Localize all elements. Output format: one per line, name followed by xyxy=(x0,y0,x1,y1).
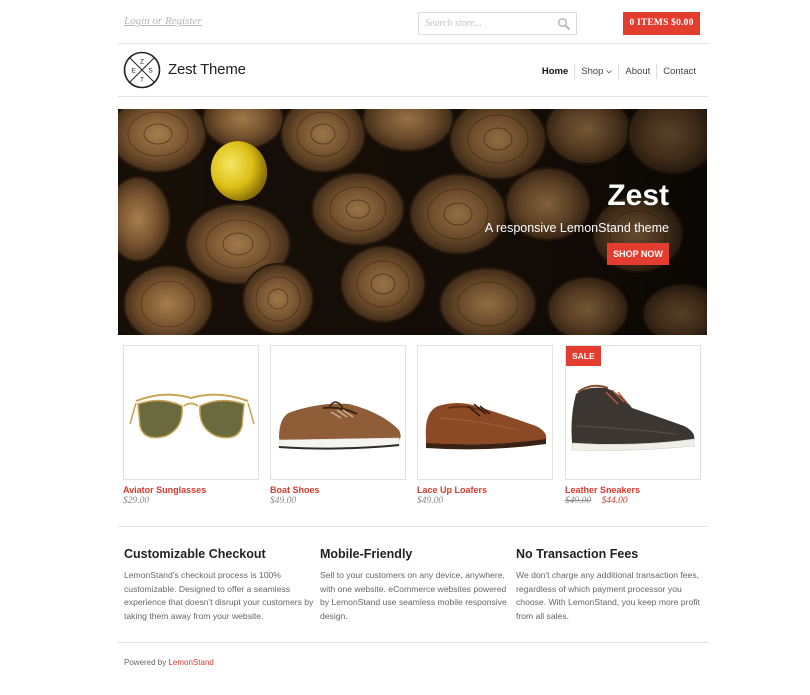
feature-text: LemonStand's checkout process is 100% cu… xyxy=(124,570,314,621)
nav-label: Contact xyxy=(663,66,696,77)
product-price: $49.00 xyxy=(417,496,444,506)
product-name[interactable]: Boat Shoes xyxy=(270,485,406,495)
product-price: $29.00 xyxy=(123,496,150,506)
product-name[interactable]: Aviator Sunglasses xyxy=(123,485,259,495)
main-nav: Home Shop About Contact xyxy=(536,64,702,79)
nav-contact[interactable]: Contact xyxy=(656,64,702,79)
product-price: $49.00 xyxy=(270,496,297,506)
loafer-image xyxy=(425,403,547,450)
product-image[interactable] xyxy=(417,345,553,480)
old-price: $49.00 xyxy=(565,496,592,506)
feature-title: Customizable Checkout xyxy=(124,547,266,561)
product-image[interactable]: SALE xyxy=(565,345,701,480)
brand-name[interactable]: Zest Theme xyxy=(168,61,246,78)
hero-title: Zest xyxy=(607,179,669,212)
magnifier-icon[interactable] xyxy=(557,17,571,31)
nav-label: Home xyxy=(541,66,569,77)
hero-banner: Zest A responsive LemonStand theme SHOP … xyxy=(118,109,707,335)
nav-about[interactable]: About xyxy=(618,64,656,79)
nav-label: Shop xyxy=(581,66,604,77)
product-card[interactable]: Aviator Sunglasses $29.00 xyxy=(123,345,259,506)
cart-button[interactable]: 0 ITEMS $0.00 xyxy=(623,12,700,35)
product-name[interactable]: Leather Sneakers xyxy=(565,485,701,495)
feature-text: Sell to your customers on any device, an… xyxy=(320,570,507,621)
sale-price: $44.00 xyxy=(601,496,628,506)
login-register-link[interactable]: Login or Register xyxy=(124,15,202,27)
divider xyxy=(118,642,708,643)
product-card[interactable]: Lace Up Loafers $49.00 xyxy=(417,345,553,506)
sunglasses-image xyxy=(129,393,255,439)
logo-letter: S xyxy=(148,68,153,75)
product-image[interactable] xyxy=(270,345,406,480)
top-bar: Login or Register 0 ITEMS $0.00 xyxy=(118,0,708,44)
product-image[interactable] xyxy=(123,345,259,480)
product-card[interactable]: SALE Leather Sneakers $49.00 $44.00 xyxy=(565,345,701,506)
feature-title: No Transaction Fees xyxy=(516,547,639,561)
logo-letter: T xyxy=(140,77,144,84)
search-input[interactable] xyxy=(419,13,549,34)
zest-logo-icon[interactable]: Z E S T xyxy=(123,51,161,89)
sale-badge: SALE xyxy=(566,346,601,366)
nav-label: About xyxy=(625,66,651,77)
site-header: Z E S T Zest Theme Home Shop About Conta… xyxy=(118,44,708,97)
chevron-down-icon xyxy=(606,69,613,74)
feature-title: Mobile-Friendly xyxy=(320,547,413,561)
feature-block: Mobile-Friendly Sell to your customers o… xyxy=(320,547,510,623)
search-box[interactable] xyxy=(418,12,577,35)
divider xyxy=(118,526,708,527)
nav-shop[interactable]: Shop xyxy=(574,64,618,79)
footer-credit: Powered by LemonStand xyxy=(124,658,214,667)
lemonstand-link[interactable]: LemonStand xyxy=(168,658,213,667)
product-price: $49.00 $44.00 xyxy=(565,496,701,506)
footer-prefix: Powered by xyxy=(124,658,169,667)
product-name[interactable]: Lace Up Loafers xyxy=(417,485,553,495)
feature-text: We don't charge any additional transacti… xyxy=(516,570,700,621)
product-grid: Aviator Sunglasses $29.00 Boat Shoes $49… xyxy=(118,345,708,525)
feature-block: No Transaction Fees We don't charge any … xyxy=(516,547,706,623)
logo-letter: Z xyxy=(140,59,144,66)
feature-block: Customizable Checkout LemonStand's check… xyxy=(124,547,314,623)
product-card[interactable]: Boat Shoes $49.00 xyxy=(270,345,406,506)
boat-shoe-image xyxy=(278,401,401,450)
shop-now-button[interactable]: SHOP NOW xyxy=(607,243,669,265)
logo-letter: E xyxy=(131,68,136,75)
nav-home[interactable]: Home xyxy=(536,64,574,79)
hero-subtitle: A responsive LemonStand theme xyxy=(484,221,669,235)
